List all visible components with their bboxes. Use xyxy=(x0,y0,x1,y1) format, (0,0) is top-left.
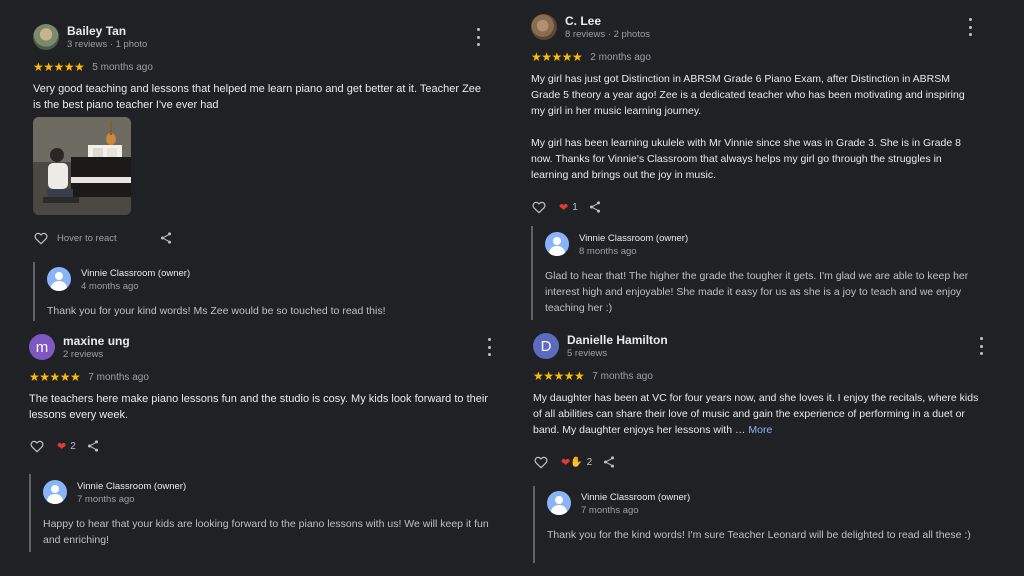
heart-icon: ❤ xyxy=(559,201,569,214)
reviewer-meta: 5 reviews xyxy=(567,348,608,359)
review-paragraph: My girl has been learning ukulele with M… xyxy=(531,137,961,181)
star-rating: ★★★★★ xyxy=(29,370,81,384)
heart-outline-icon[interactable] xyxy=(33,230,49,246)
reaction-count-value: 2 xyxy=(586,456,593,468)
owner-avatar-icon xyxy=(547,491,571,515)
hover-to-react-label: Hover to react xyxy=(57,232,117,244)
review-actions: Hover to react xyxy=(33,228,173,248)
reviewer-avatar[interactable]: m xyxy=(29,334,55,360)
more-link[interactable]: More xyxy=(748,424,772,436)
owner-header: Vinnie Classroom (owner) 7 months ago xyxy=(547,491,997,521)
review-actions: ❤ 1 xyxy=(531,197,981,217)
owner-response-date: 7 months ago xyxy=(77,494,135,505)
owner-response-date: 4 months ago xyxy=(81,281,139,292)
review-actions: ❤ 2 xyxy=(29,436,499,456)
heart-icon: ❤ xyxy=(57,440,67,453)
star-rating: ★★★★★ xyxy=(533,369,585,383)
reviewer-meta: 8 reviews · 2 photos xyxy=(565,29,651,40)
star-rating: ★★★★★ xyxy=(531,50,583,64)
owner-name: Vinnie Classroom (owner) xyxy=(81,268,191,279)
reaction-count[interactable]: ❤ ✋ 2 xyxy=(561,456,592,469)
more-vert-icon[interactable] xyxy=(483,338,495,356)
review-text: My daughter has been at VC for four year… xyxy=(533,390,983,438)
owner-response-text: Thank you for your kind words! Ms Zee wo… xyxy=(47,305,386,317)
review-header: C. Lee 8 reviews · 2 photos xyxy=(531,14,981,50)
owner-avatar-icon xyxy=(43,480,67,504)
owner-response-text: Glad to hear that! The higher the grade … xyxy=(545,270,969,314)
share-icon[interactable] xyxy=(588,200,602,214)
owner-response-date: 7 months ago xyxy=(581,505,639,516)
share-icon[interactable] xyxy=(602,455,616,469)
heart-outline-icon[interactable] xyxy=(533,454,549,470)
rating-row: ★★★★★ 5 months ago xyxy=(33,60,493,74)
star-rating: ★★★★★ xyxy=(33,60,85,74)
review-paragraph: Very good teaching and lessons that help… xyxy=(33,83,482,111)
heart-outline-icon[interactable] xyxy=(531,199,547,215)
review-header: D Danielle Hamilton 5 reviews xyxy=(533,333,993,369)
owner-avatar-icon xyxy=(47,267,71,291)
reviewer-avatar[interactable] xyxy=(33,24,59,50)
rating-row: ★★★★★ 2 months ago xyxy=(531,50,981,64)
reviewer-name[interactable]: Bailey Tan xyxy=(67,24,126,38)
praying-hands-icon: ✋ xyxy=(570,456,583,468)
reviewer-name[interactable]: maxine ung xyxy=(63,334,130,348)
reaction-count-value: 2 xyxy=(70,440,76,452)
reaction-count[interactable]: ❤ 2 xyxy=(57,440,76,453)
review-photo[interactable] xyxy=(33,117,131,215)
owner-response-date: 8 months ago xyxy=(579,246,637,257)
owner-header: Vinnie Classroom (owner) 4 months ago xyxy=(47,267,492,297)
owner-name: Vinnie Classroom (owner) xyxy=(579,233,689,244)
owner-response: Vinnie Classroom (owner) 8 months ago Gl… xyxy=(531,226,975,320)
rating-row: ★★★★★ 7 months ago xyxy=(533,369,993,383)
share-icon[interactable] xyxy=(86,439,100,453)
review-actions: ❤ ✋ 2 xyxy=(533,452,993,472)
piano-lesson-photo xyxy=(33,117,131,215)
review-date: 7 months ago xyxy=(88,371,149,383)
review-card: D Danielle Hamilton 5 reviews ★★★★★ 7 mo… xyxy=(533,333,993,472)
review-date: 7 months ago xyxy=(592,370,653,382)
review-text: My girl has just got Distinction in ABRS… xyxy=(531,71,971,183)
review-date: 5 months ago xyxy=(92,61,153,73)
reaction-count[interactable]: ❤ 1 xyxy=(559,201,578,214)
owner-name: Vinnie Classroom (owner) xyxy=(581,492,691,503)
review-card: C. Lee 8 reviews · 2 photos ★★★★★ 2 mont… xyxy=(531,14,981,217)
heart-icon: ❤ xyxy=(561,456,571,469)
owner-response-text: Thank you for the kind words! I'm sure T… xyxy=(547,529,971,541)
share-icon[interactable] xyxy=(159,231,173,245)
more-vert-icon[interactable] xyxy=(472,28,484,46)
owner-header: Vinnie Classroom (owner) 7 months ago xyxy=(43,480,503,510)
review-paragraph: The teachers here make piano lessons fun… xyxy=(29,393,488,421)
owner-response-text: Happy to hear that your kids are looking… xyxy=(43,518,489,546)
reviewer-avatar[interactable]: D xyxy=(533,333,559,359)
rating-row: ★★★★★ 7 months ago xyxy=(29,370,499,384)
owner-avatar-icon xyxy=(545,232,569,256)
review-card: Bailey Tan 3 reviews · 1 photo ★★★★★ 5 m… xyxy=(33,24,493,113)
reviewer-meta: 2 reviews xyxy=(63,349,104,360)
owner-response: Vinnie Classroom (owner) 7 months ago Ha… xyxy=(29,474,503,552)
owner-response: Vinnie Classroom (owner) 4 months ago Th… xyxy=(33,262,492,321)
heart-outline-icon[interactable] xyxy=(29,438,45,454)
review-text: The teachers here make piano lessons fun… xyxy=(29,391,489,423)
reviewer-name[interactable]: Danielle Hamilton xyxy=(567,333,668,347)
review-text: Very good teaching and lessons that help… xyxy=(33,81,483,113)
more-vert-icon[interactable] xyxy=(975,337,987,355)
reviewer-meta: 3 reviews · 1 photo xyxy=(67,39,148,50)
review-header: Bailey Tan 3 reviews · 1 photo xyxy=(33,24,493,60)
more-vert-icon[interactable] xyxy=(964,18,976,36)
reviewer-name[interactable]: C. Lee xyxy=(565,14,601,28)
owner-header: Vinnie Classroom (owner) 8 months ago xyxy=(545,232,975,262)
review-paragraph: My girl has just got Distinction in ABRS… xyxy=(531,73,965,117)
review-card: m maxine ung 2 reviews ★★★★★ 7 months ag… xyxy=(29,334,499,456)
reviewer-avatar[interactable] xyxy=(531,14,557,40)
review-date: 2 months ago xyxy=(590,51,651,63)
reaction-count-value: 1 xyxy=(572,201,578,213)
owner-response: Vinnie Classroom (owner) 7 months ago Th… xyxy=(533,486,997,563)
owner-name: Vinnie Classroom (owner) xyxy=(77,481,187,492)
review-header: m maxine ung 2 reviews xyxy=(29,334,499,370)
